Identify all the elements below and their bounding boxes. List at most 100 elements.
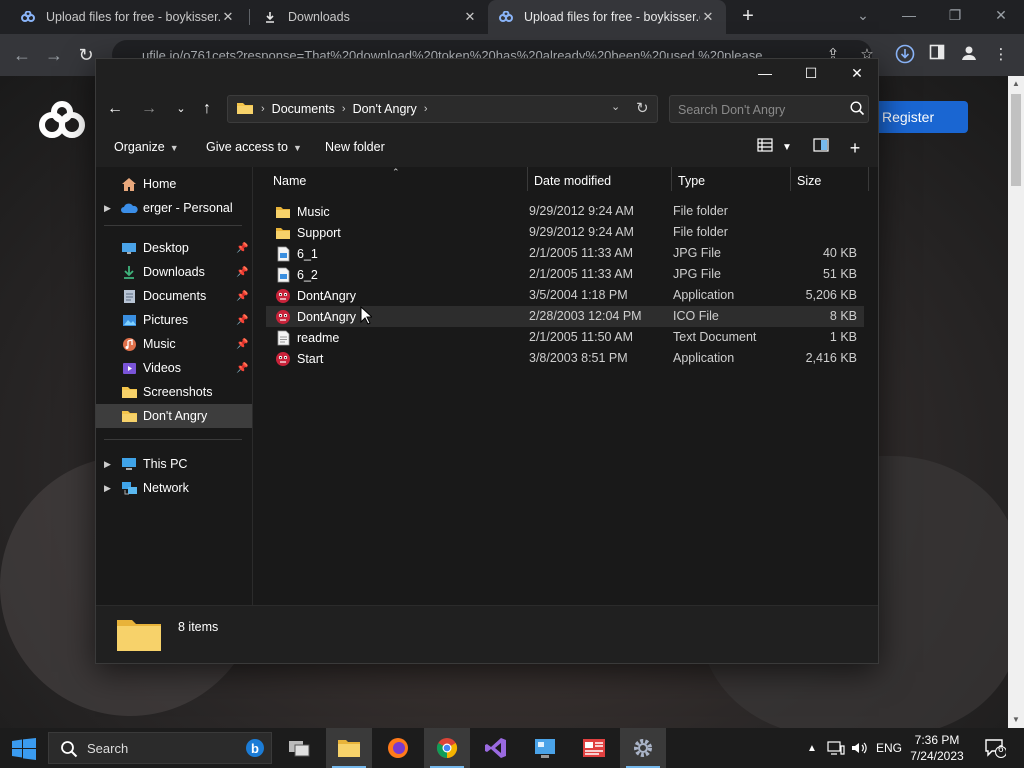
- file-name-cell: Support: [275, 225, 341, 241]
- back-arrow-icon[interactable]: ←: [10, 43, 34, 67]
- breadcrumb-dont-angry[interactable]: Don't Angry: [353, 102, 417, 116]
- language-indicator[interactable]: ENG: [873, 728, 905, 768]
- maximize-window-button[interactable]: ☐: [788, 59, 834, 89]
- network-status-icon[interactable]: [824, 728, 848, 768]
- column-header-date[interactable]: Date modified: [527, 167, 671, 195]
- explorer-address-bar[interactable]: › Documents › Don't Angry › ⌄ ↻: [227, 95, 658, 123]
- pin-icon[interactable]: 📌: [236, 363, 248, 374]
- register-button[interactable]: Register: [868, 101, 968, 133]
- pin-icon[interactable]: 📌: [236, 243, 248, 254]
- preview-pane-icon[interactable]: [810, 138, 832, 158]
- view-options-icon[interactable]: [754, 138, 776, 158]
- close-tab-icon[interactable]: ✕: [462, 9, 478, 25]
- close-browser-button[interactable]: ✕: [978, 0, 1024, 32]
- breadcrumb-separator-icon[interactable]: ›: [424, 103, 428, 115]
- view-dropdown-chevron-icon[interactable]: ▼: [776, 138, 798, 158]
- pin-icon[interactable]: 📌: [236, 315, 248, 326]
- browser-tab-upload-2[interactable]: Upload files for free - boykisser.g ✕: [488, 0, 726, 34]
- control-panel-icon[interactable]: [522, 728, 568, 768]
- file-row[interactable]: DontAngry 2/28/2003 12:04 PM ICO File 8 KB: [266, 306, 864, 327]
- side-panel-icon[interactable]: [926, 44, 948, 66]
- settings-gear-icon[interactable]: [620, 728, 666, 768]
- file-row[interactable]: Start 3/8/2003 8:51 PM Application 2,416 KB: [266, 348, 864, 369]
- file-row[interactable]: readme 2/1/2005 11:50 AM Text Document 1 KB: [266, 327, 864, 348]
- new-tab-button[interactable]: +: [737, 5, 759, 27]
- pin-icon[interactable]: 📌: [236, 291, 248, 302]
- expand-chevron-icon[interactable]: ▶: [104, 483, 114, 494]
- notification-center-icon[interactable]: 6: [980, 728, 1010, 768]
- volume-icon[interactable]: [848, 728, 872, 768]
- file-explorer-taskbar-icon[interactable]: [326, 728, 372, 768]
- scrollbar-thumb[interactable]: [1011, 94, 1021, 186]
- close-tab-icon[interactable]: ✕: [700, 9, 716, 25]
- tab-search-chevron-icon[interactable]: ⌄: [840, 0, 886, 32]
- nav-item-network[interactable]: ▶ Network: [96, 476, 252, 500]
- close-tab-icon[interactable]: ✕: [220, 9, 236, 25]
- back-arrow-icon[interactable]: ←: [104, 98, 126, 120]
- pin-icon[interactable]: 📌: [236, 267, 248, 278]
- nav-item-videos[interactable]: Videos 📌: [96, 356, 252, 380]
- explorer-search-input[interactable]: Search Don't Angry: [669, 95, 869, 123]
- restore-browser-button[interactable]: ❐: [932, 0, 978, 32]
- news-app-icon[interactable]: [571, 728, 617, 768]
- column-header-type[interactable]: Type: [671, 167, 791, 195]
- nav-item-desktop[interactable]: Desktop 📌: [96, 236, 252, 260]
- file-date-modified: 2/1/2005 11:33 AM: [529, 246, 634, 260]
- windows-start-icon[interactable]: [12, 738, 36, 763]
- svg-text:b: b: [251, 741, 259, 756]
- nav-item-this-pc[interactable]: ▶ This PC: [96, 452, 252, 476]
- chrome-icon[interactable]: [424, 728, 470, 768]
- refresh-icon[interactable]: ↻: [636, 99, 649, 117]
- new-folder-button[interactable]: New folder: [325, 140, 385, 154]
- minimize-browser-button[interactable]: —: [886, 0, 932, 32]
- file-row[interactable]: DontAngry 3/5/2004 1:18 PM Application 5,20…: [266, 285, 864, 306]
- scroll-up-arrow-icon[interactable]: ▲: [1008, 76, 1024, 92]
- organize-menu[interactable]: Organize ▼: [114, 140, 179, 154]
- nav-item-dont-angry[interactable]: Don't Angry: [96, 404, 252, 428]
- file-row[interactable]: 6_2 2/1/2005 11:33 AM JPG File 51 KB: [266, 264, 864, 285]
- give-access-menu[interactable]: Give access to ▼: [206, 140, 302, 154]
- nav-item-home[interactable]: Home: [96, 172, 252, 196]
- browser-tab-downloads[interactable]: Downloads ✕: [252, 0, 488, 34]
- show-hidden-icons-chevron-icon[interactable]: ▲: [802, 728, 822, 768]
- downloads-toolbar-icon[interactable]: [894, 44, 916, 66]
- file-row[interactable]: Music 9/29/2012 9:24 AM File folder: [266, 201, 864, 222]
- visual-studio-icon[interactable]: [473, 728, 519, 768]
- add-icon[interactable]: +: [844, 138, 866, 158]
- pin-icon[interactable]: 📌: [236, 339, 248, 350]
- bing-icon[interactable]: b: [245, 738, 265, 761]
- task-view-icon[interactable]: [276, 728, 322, 768]
- nav-item-downloads[interactable]: Downloads 📌: [96, 260, 252, 284]
- forward-arrow-icon[interactable]: →: [138, 98, 160, 120]
- breadcrumb-separator-icon[interactable]: ›: [261, 103, 265, 115]
- file-row[interactable]: Support 9/29/2012 9:24 AM File folder: [266, 222, 864, 243]
- taskbar-search-box[interactable]: Search b: [48, 732, 272, 764]
- forward-arrow-icon[interactable]: →: [42, 43, 66, 67]
- nav-item-onedrive[interactable]: ▶ erger - Personal: [96, 196, 252, 220]
- browser-tab-upload-1[interactable]: Upload files for free - boykisser.g ✕: [10, 0, 246, 34]
- profile-avatar-icon[interactable]: [958, 44, 980, 66]
- up-arrow-icon[interactable]: ↑: [196, 98, 218, 120]
- taskbar-clock[interactable]: 7:36 PM 7/24/2023: [905, 732, 969, 764]
- page-scrollbar[interactable]: ▲ ▼: [1008, 76, 1024, 728]
- expand-chevron-icon[interactable]: ▶: [104, 203, 114, 214]
- address-dropdown-chevron-icon[interactable]: ⌄: [611, 100, 620, 113]
- browser-menu-icon[interactable]: ⋮: [990, 44, 1012, 66]
- breadcrumb-separator-icon[interactable]: ›: [342, 103, 346, 115]
- scroll-down-arrow-icon[interactable]: ▼: [1008, 712, 1024, 728]
- minimize-window-button[interactable]: —: [742, 59, 788, 89]
- close-window-button[interactable]: ✕: [834, 59, 880, 89]
- nav-item-documents[interactable]: Documents 📌: [96, 284, 252, 308]
- firefox-icon[interactable]: [375, 728, 421, 768]
- nav-item-pictures[interactable]: Pictures 📌: [96, 308, 252, 332]
- search-icon[interactable]: [850, 101, 865, 119]
- file-date-modified: 9/29/2012 9:24 AM: [529, 225, 634, 239]
- breadcrumb-documents[interactable]: Documents: [272, 102, 335, 116]
- column-header-name[interactable]: Name: [266, 167, 524, 195]
- nav-item-music[interactable]: Music 📌: [96, 332, 252, 356]
- expand-chevron-icon[interactable]: ▶: [104, 459, 114, 470]
- file-row[interactable]: 6_1 2/1/2005 11:33 AM JPG File 40 KB: [266, 243, 864, 264]
- column-header-size[interactable]: Size: [790, 167, 868, 195]
- recent-locations-chevron-icon[interactable]: ⌄: [170, 98, 192, 120]
- nav-item-screenshots[interactable]: Screenshots: [96, 380, 252, 404]
